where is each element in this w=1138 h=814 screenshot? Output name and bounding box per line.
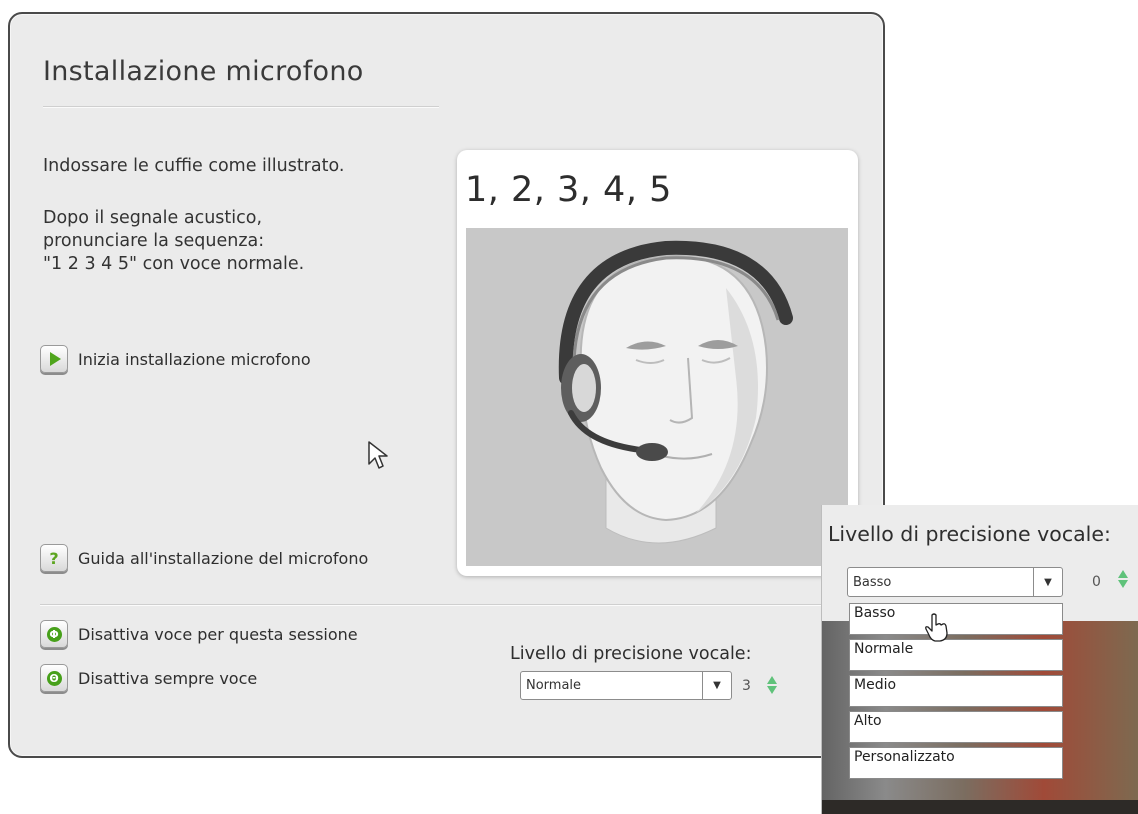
section-divider — [40, 604, 883, 606]
inset-precision-label: Livello di precisione vocale: — [828, 522, 1111, 546]
option-alto[interactable]: Alto — [849, 711, 1063, 743]
disable-voice-always-button[interactable]: Θ Disattiva sempre voce — [40, 664, 257, 692]
precision-stepper-icon[interactable] — [1118, 570, 1128, 588]
question-icon: ? — [40, 544, 68, 572]
disable-voice-always-label: Disattiva sempre voce — [78, 668, 258, 688]
precision-dropdown-inset: Livello di precisione vocale: Basso ▼ 0 … — [821, 505, 1138, 814]
title-divider — [43, 106, 439, 108]
chevron-down-icon[interactable]: ▼ — [702, 672, 731, 699]
setup-guide-button[interactable]: ? Guida all'installazione del microfono — [40, 544, 368, 572]
inset-precision-value: 0 — [1092, 574, 1101, 590]
minus-circle-icon: Θ — [40, 664, 68, 692]
background-photo-floor — [822, 800, 1138, 814]
instruction-wear-headset: Indossare le cuffie come illustrato. — [43, 156, 345, 176]
headset-head-image — [466, 228, 848, 566]
mouse-pointer-icon — [367, 440, 389, 476]
disable-voice-session-button[interactable]: Φ Disattiva voce per questa sessione — [40, 620, 358, 648]
voice-precision-select[interactable]: Normale ▼ — [520, 671, 732, 700]
hand-pointer-icon — [924, 613, 950, 647]
dialog-title: Installazione microfono — [43, 56, 364, 87]
setup-guide-label: Guida all'installazione del microfono — [78, 548, 369, 568]
disable-voice-session-label: Disattiva voce per questa sessione — [78, 624, 358, 644]
option-personalizzato[interactable]: Personalizzato — [849, 747, 1063, 779]
chevron-down-icon[interactable]: ▼ — [1033, 568, 1062, 596]
voice-precision-value: 3 — [742, 678, 751, 694]
precision-options-list: Basso Normale Medio Alto Personalizzato — [849, 603, 1063, 783]
voice-precision-label: Livello di precisione vocale: — [510, 644, 752, 664]
option-medio[interactable]: Medio — [849, 675, 1063, 707]
precision-stepper-icon[interactable] — [767, 676, 777, 694]
headset-illustration-card: 1, 2, 3, 4, 5 — [457, 150, 858, 576]
start-setup-label: Inizia installazione microfono — [78, 349, 311, 369]
option-normale[interactable]: Normale — [849, 639, 1063, 671]
microphone-setup-dialog: Installazione microfono Indossare le cuf… — [8, 12, 885, 758]
inset-precision-select[interactable]: Basso ▼ — [847, 567, 1063, 597]
sequence-text: 1, 2, 3, 4, 5 — [465, 170, 672, 210]
start-setup-button[interactable]: Inizia installazione microfono — [40, 345, 311, 373]
voice-precision-selected: Normale — [526, 678, 582, 693]
instruction-speak-sequence: Dopo il segnale acustico, pronunciare la… — [43, 208, 305, 274]
play-icon — [40, 345, 68, 373]
power-icon: Φ — [40, 620, 68, 648]
option-basso[interactable]: Basso — [849, 603, 1063, 635]
inset-precision-selected: Basso — [853, 574, 892, 590]
head-with-headset-icon — [466, 228, 848, 566]
